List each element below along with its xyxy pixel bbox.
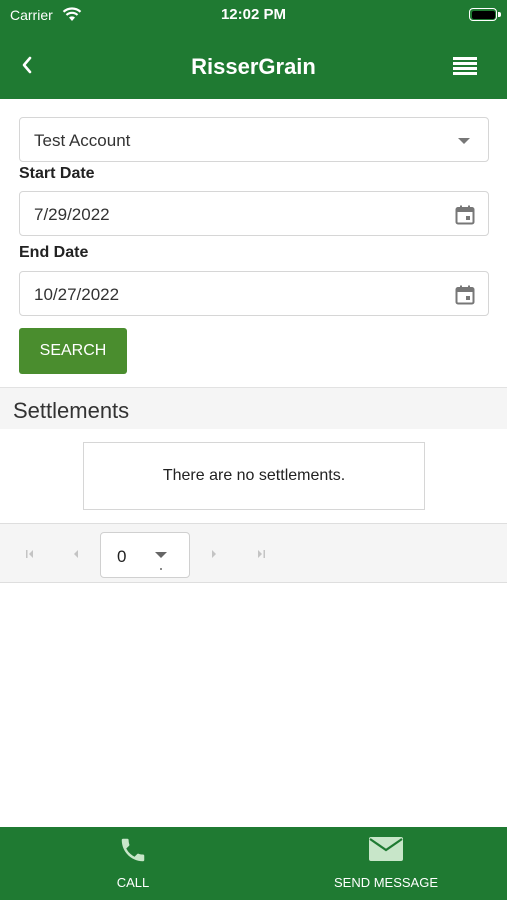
- start-date-label: Start Date: [19, 165, 95, 182]
- start-date-value: 7/29/2022: [34, 205, 110, 224]
- send-message-label: SEND MESSAGE: [333, 875, 439, 890]
- phone-icon: [121, 838, 145, 862]
- end-date-input[interactable]: 10/27/2022: [19, 271, 489, 316]
- battery-icon: [469, 8, 501, 21]
- first-page-icon[interactable]: [22, 546, 38, 562]
- page-size-select[interactable]: 0: [100, 532, 190, 578]
- app-title: RisserGrain: [191, 54, 316, 79]
- account-select[interactable]: Test Account: [19, 117, 489, 162]
- bottom-action-bar: CALL SEND MESSAGE: [0, 827, 507, 900]
- call-button[interactable]: CALL: [83, 827, 183, 900]
- pager: 0: [0, 523, 507, 583]
- settlements-header: Settlements: [0, 387, 507, 429]
- account-select-value: Test Account: [34, 131, 131, 150]
- hamburger-menu-icon[interactable]: [453, 57, 477, 77]
- last-page-icon[interactable]: [253, 546, 269, 562]
- calendar-icon[interactable]: [454, 284, 476, 306]
- empty-state-message: There are no settlements.: [83, 442, 425, 510]
- call-label: CALL: [116, 875, 150, 890]
- end-date-value: 10/27/2022: [34, 285, 120, 304]
- prev-page-icon[interactable]: [68, 546, 84, 562]
- start-date-input[interactable]: 7/29/2022: [19, 191, 489, 236]
- search-button[interactable]: SEARCH: [19, 328, 127, 374]
- status-bar: Carrier 12:02 PM: [0, 0, 507, 32]
- send-message-button[interactable]: SEND MESSAGE: [326, 827, 446, 900]
- nav-bar: RisserGrain: [0, 32, 507, 99]
- envelope-icon: [369, 837, 403, 861]
- settlements-title: Settlements: [13, 398, 130, 423]
- next-page-icon[interactable]: [206, 546, 222, 562]
- page-size-value: 0: [117, 547, 127, 566]
- end-date-label: End Date: [19, 244, 89, 261]
- status-time: 12:02 PM: [220, 6, 287, 23]
- calendar-icon[interactable]: [454, 204, 476, 226]
- caret-dot: [160, 568, 162, 570]
- chevron-down-icon: [458, 138, 470, 144]
- chevron-down-icon: [155, 552, 167, 558]
